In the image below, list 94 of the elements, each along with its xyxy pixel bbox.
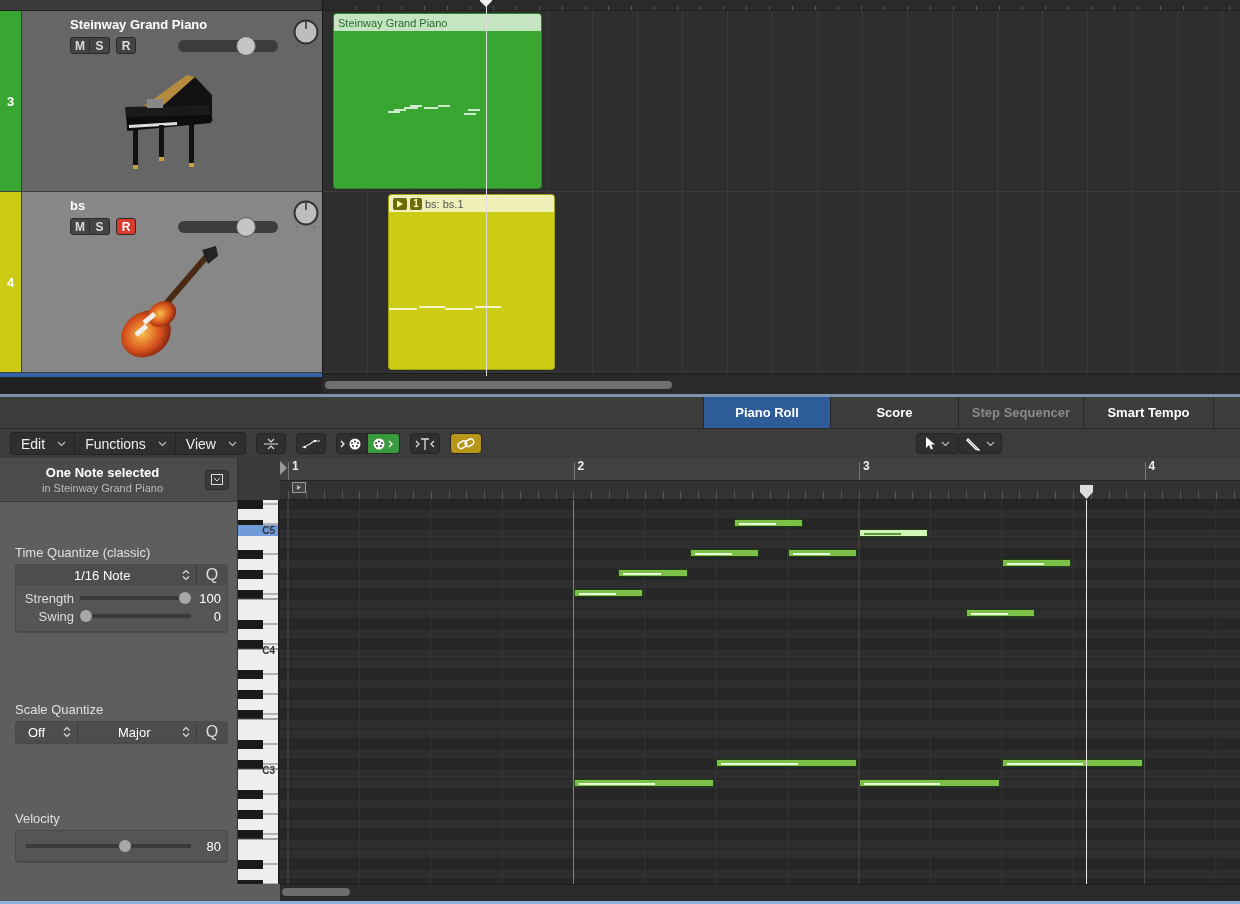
menu-button[interactable]: View	[175, 433, 245, 454]
playhead-icon[interactable]	[480, 0, 492, 7]
pan-knob-icon[interactable]	[292, 200, 320, 230]
key-label: C5	[238, 525, 278, 536]
bar-number: 4	[1144, 462, 1156, 480]
track-name: bs	[70, 198, 87, 213]
slider-thumb[interactable]	[179, 592, 191, 604]
track-solo-button[interactable]: S	[90, 37, 110, 54]
automation-button[interactable]	[295, 433, 326, 454]
slider-thumb[interactable]	[119, 840, 132, 852]
quantize-button[interactable]: Q	[197, 722, 227, 742]
scale-mode-popup[interactable]: Off	[16, 722, 78, 742]
midi-note[interactable]	[573, 589, 643, 597]
pencil-tool-button[interactable]	[959, 433, 1002, 454]
stepper-icon	[182, 726, 190, 738]
midi-in-button[interactable]	[335, 433, 368, 454]
midi-note[interactable]	[787, 549, 857, 557]
region-name: bs: bs.1	[425, 197, 464, 210]
midi-note[interactable]	[618, 569, 688, 577]
slider-reading: 80	[205, 838, 221, 854]
key-label: C3	[261, 765, 276, 776]
track-record-button[interactable]: R	[116, 218, 136, 235]
line-points-icon	[300, 438, 321, 449]
midi-note[interactable]	[859, 529, 929, 537]
collapse-triangle-icon[interactable]	[280, 461, 287, 475]
playhead-icon[interactable]	[1080, 485, 1093, 499]
dropdown-icon[interactable]	[205, 469, 229, 490]
chevron-icon	[157, 440, 167, 447]
midi-note[interactable]	[1001, 759, 1143, 767]
midi-note[interactable]	[573, 779, 715, 787]
slider-label: Swing	[37, 608, 74, 624]
track-mute-button[interactable]: M	[70, 218, 90, 235]
track-solo-button[interactable]: S	[90, 218, 110, 235]
midi-note[interactable]	[859, 779, 1000, 787]
midi-note[interactable]	[1001, 559, 1072, 567]
region-number: 1	[410, 197, 422, 210]
chevron-icon	[941, 440, 950, 447]
track-record-button[interactable]: R	[116, 37, 136, 54]
chevron-icon	[227, 440, 237, 447]
selection-subtitle: in Steinway Grand Piano	[41, 482, 164, 494]
midi-out-button[interactable]	[367, 433, 400, 454]
midi-note[interactable]	[689, 549, 760, 557]
track-number: 4	[0, 192, 21, 372]
midi-note[interactable]	[734, 519, 804, 527]
pencil-icon	[965, 436, 980, 451]
slider-thumb[interactable]	[80, 610, 92, 622]
bar-ruler[interactable]: 1 2 3 4	[280, 458, 1240, 500]
midi-note[interactable]	[716, 759, 857, 767]
piano-keyboard-drawing[interactable]	[238, 500, 278, 884]
midi-region[interactable]: 1 bs: bs.1	[388, 194, 555, 370]
scale-popup[interactable]: Major	[78, 722, 197, 742]
track-name: Steinway Grand Piano	[70, 17, 209, 32]
play-icon	[393, 197, 407, 210]
slider-reading: 100	[198, 590, 221, 606]
filter-button[interactable]	[409, 433, 440, 454]
stepper-icon	[63, 726, 71, 738]
track-header[interactable]: bs M S R	[21, 192, 322, 372]
note-value-popup[interactable]: 1/16 Note	[16, 565, 197, 585]
section-label: Scale Quantize	[15, 702, 105, 717]
volume-slider-thumb[interactable]	[235, 35, 256, 56]
region-name: Steinway Grand Piano	[338, 16, 448, 29]
menu-button[interactable]: Functions	[75, 433, 176, 454]
volume-slider-thumb[interactable]	[235, 216, 256, 237]
pointer-tool-button[interactable]	[916, 433, 959, 454]
link-icon	[456, 437, 475, 450]
stepper-icon	[182, 569, 190, 581]
filter-icon	[414, 437, 435, 450]
pan-knob-icon[interactable]	[292, 19, 320, 49]
midi-region[interactable]: Steinway Grand Piano	[333, 13, 542, 189]
midi-note[interactable]	[966, 609, 1036, 617]
chevron-icon	[57, 440, 67, 447]
slider-reading: 0	[212, 608, 221, 624]
track-number: 3	[0, 11, 21, 191]
bar-number: 3	[859, 462, 870, 480]
track-mute-button[interactable]: M	[70, 37, 90, 54]
track-header[interactable]: Steinway Grand Piano M S R	[21, 11, 322, 191]
menu-button[interactable]: Edit	[11, 433, 76, 454]
region-icon	[292, 482, 306, 493]
quantize-button[interactable]: Q	[197, 565, 227, 585]
horizontal-scrollbar[interactable]	[325, 381, 672, 389]
chevron-icon	[985, 440, 995, 447]
selection-title: One Note selected	[45, 465, 160, 480]
collapse-button[interactable]	[255, 433, 286, 454]
slider-label: Strength	[23, 590, 74, 606]
collapse-icon	[263, 437, 278, 450]
bar-number: 2	[573, 462, 585, 480]
section-label: Velocity	[15, 811, 61, 826]
bar-number: 1	[288, 462, 299, 480]
link-button[interactable]	[449, 433, 482, 454]
pointer-icon	[925, 437, 935, 450]
editor-tab[interactable]: Piano Roll	[703, 397, 830, 428]
section-label: Time Quantize (classic)	[15, 545, 152, 560]
key-label: C4	[261, 645, 276, 656]
horizontal-scrollbar[interactable]	[282, 888, 350, 896]
